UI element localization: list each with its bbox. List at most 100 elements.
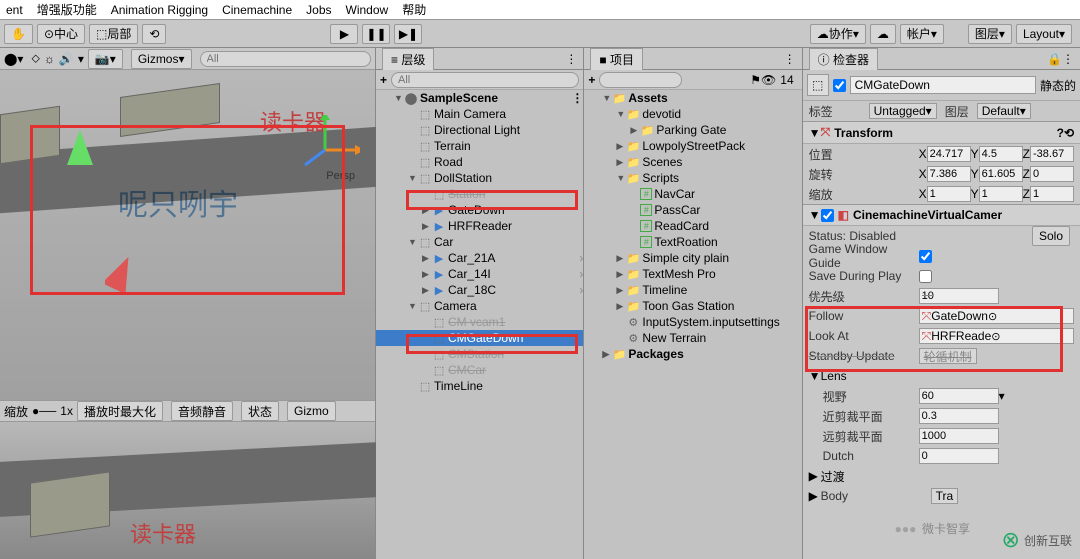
project-item[interactable]: #ReadCard — [584, 218, 801, 234]
lock-icon[interactable]: 🔒 — [1047, 52, 1062, 66]
hierarchy-item[interactable]: ⬚CMCar — [376, 362, 583, 378]
lens-label[interactable]: Lens — [821, 369, 847, 383]
2d-toggle[interactable]: ⬦ — [31, 51, 39, 66]
hierarchy-item[interactable]: ⬚CMStation — [376, 346, 583, 362]
scale-z[interactable] — [1030, 186, 1074, 202]
shade-mode[interactable]: ⬤▾ — [4, 52, 23, 66]
rot-x[interactable] — [927, 166, 971, 182]
hierarchy-item[interactable]: ▼⬚Car — [376, 234, 583, 250]
guides-checkbox[interactable] — [919, 250, 932, 263]
cloud-button[interactable]: ☁ — [870, 24, 896, 44]
gizmos-game[interactable]: Gizmo — [287, 401, 336, 421]
menu-cinemachine[interactable]: Cinemachine — [222, 3, 292, 17]
rot-z[interactable] — [1030, 166, 1074, 182]
object-name-input[interactable] — [850, 76, 1036, 94]
project-item[interactable]: ▶📁Scenes — [584, 154, 801, 170]
create-dropdown[interactable]: + — [588, 73, 595, 87]
project-item[interactable]: #PassCar — [584, 202, 801, 218]
hierarchy-item[interactable]: ⬚CM vcam1 — [376, 314, 583, 330]
vcam-header[interactable]: ▼◧CinemachineVirtualCamer — [803, 204, 1080, 226]
pos-x[interactable] — [927, 146, 971, 162]
save-checkbox[interactable] — [919, 270, 932, 283]
menu-enhanced[interactable]: 增强版功能 — [37, 1, 97, 18]
scale-x[interactable] — [927, 186, 971, 202]
center-button[interactable]: ⊙中心 — [37, 24, 85, 44]
standby-dropdown[interactable]: 轮循机制 — [919, 348, 977, 364]
pos-z[interactable] — [1030, 146, 1074, 162]
fav-icon[interactable]: ⚑ — [750, 73, 761, 87]
dutch-input[interactable] — [919, 448, 999, 464]
layer-dropdown[interactable]: Default ▾ — [977, 103, 1031, 119]
panel-menu-icon[interactable]: ⋮ — [565, 52, 577, 66]
near-input[interactable] — [919, 408, 999, 424]
hierarchy-item[interactable]: ▶▶Car_21A› — [376, 250, 583, 266]
audio-toggle[interactable]: 🔊 — [59, 52, 74, 66]
menu-window[interactable]: Window — [346, 3, 389, 17]
hierarchy-item[interactable]: ⬚Station — [376, 186, 583, 202]
project-item[interactable]: ▼📁Scripts — [584, 170, 801, 186]
inspector-tab[interactable]: ⓘ 检查器 — [809, 48, 878, 70]
light-toggle[interactable]: ☼ — [44, 52, 55, 66]
collab-button[interactable]: ☁ 协作 ▾ — [810, 24, 866, 44]
menu-ent[interactable]: ent — [6, 3, 23, 17]
zoom-slider[interactable]: ●── — [32, 404, 56, 418]
hierarchy-item[interactable]: ▶▶HRFReader — [376, 218, 583, 234]
gizmos-dropdown[interactable]: Gizmos▾ — [131, 49, 192, 69]
project-tree[interactable]: ▼📁Assets ▼📁devotid▶📁Parking Gate▶📁Lowpol… — [584, 90, 801, 559]
solo-button[interactable]: Solo — [1032, 226, 1070, 246]
project-item[interactable]: ▶📁LowpolyStreetPack — [584, 138, 801, 154]
priority-input[interactable] — [919, 288, 999, 304]
project-search[interactable] — [599, 72, 681, 88]
menu-help[interactable]: 帮助 — [402, 1, 426, 18]
account-dropdown[interactable]: 帐户 ▾ — [900, 24, 944, 44]
active-checkbox[interactable] — [833, 79, 846, 92]
layers-dropdown[interactable]: 图层 ▾ — [968, 24, 1012, 44]
tag-dropdown[interactable]: Untagged▾ — [869, 103, 937, 119]
hierarchy-item[interactable]: ⬚Road — [376, 154, 583, 170]
project-item[interactable]: #TextRoation — [584, 234, 801, 250]
body-dropdown[interactable]: Tra — [931, 488, 959, 504]
hierarchy-item[interactable]: ⬚Directional Light — [376, 122, 583, 138]
follow-field[interactable]: ⤧GateDown ⊙ — [919, 308, 1074, 324]
mute-audio[interactable]: 音频静音 — [171, 401, 233, 421]
project-item[interactable]: ▶📁Timeline — [584, 282, 801, 298]
project-tab[interactable]: ■ 项目 — [590, 48, 643, 70]
menu-animrig[interactable]: Animation Rigging — [111, 3, 208, 17]
body-label[interactable]: Body — [821, 489, 931, 503]
hierarchy-item[interactable]: ▶▶Car_18C› — [376, 282, 583, 298]
snap-button[interactable]: ⟲ — [142, 24, 166, 44]
project-item[interactable]: ⚙InputSystem.inputsettings — [584, 314, 801, 330]
scene-view[interactable]: 读卡器 呢只咧宇 Persp — [0, 70, 375, 400]
project-item[interactable]: ▶📁TextMesh Pro — [584, 266, 801, 282]
pos-y[interactable] — [979, 146, 1023, 162]
play-button[interactable]: ▶ — [330, 24, 358, 44]
eye-icon[interactable]: 👁 — [761, 73, 776, 87]
game-view[interactable]: 读卡器 — [0, 422, 375, 559]
assets-root[interactable]: ▼📁Assets — [584, 90, 801, 106]
fx-toggle[interactable]: ▾ — [78, 52, 84, 66]
rot-y[interactable] — [979, 166, 1023, 182]
layout-dropdown[interactable]: Layout ▾ — [1016, 24, 1072, 44]
hierarchy-tree[interactable]: ▼⬤SampleScene⋮ ⬚Main Camera⬚Directional … — [376, 90, 583, 559]
hierarchy-item[interactable]: ⬚CMGateDown — [376, 330, 583, 346]
vcam-enable[interactable] — [821, 209, 834, 222]
cam-icon[interactable]: 📷▾ — [88, 49, 123, 69]
far-input[interactable] — [919, 428, 999, 444]
hierarchy-item[interactable]: ▶▶GateDown — [376, 202, 583, 218]
scene-root[interactable]: ▼⬤SampleScene⋮ — [376, 90, 583, 106]
step-button[interactable]: ▶❚ — [394, 24, 422, 44]
panel-menu-icon[interactable]: ⋮ — [784, 52, 796, 66]
transitions-label[interactable]: 过渡 — [821, 468, 845, 485]
max-on-play[interactable]: 播放时最大化 — [77, 401, 163, 421]
hierarchy-item[interactable]: ⬚TimeLine — [376, 378, 583, 394]
project-item[interactable]: ⚙New Terrain — [584, 330, 801, 346]
reset-icon[interactable]: ⟲ — [1064, 126, 1074, 140]
stats-button[interactable]: 状态 — [241, 401, 279, 421]
packages-root[interactable]: ▶📁Packages — [584, 346, 801, 362]
hierarchy-item[interactable]: ▼⬚Camera — [376, 298, 583, 314]
scene-search[interactable] — [200, 51, 372, 67]
hand-tool[interactable]: ✋ — [4, 24, 33, 44]
transform-header[interactable]: ▼⤧Transform? ⟲ — [803, 121, 1080, 144]
project-item[interactable]: ▶📁Parking Gate — [584, 122, 801, 138]
panel-menu-icon[interactable]: ⋮ — [1062, 52, 1074, 66]
